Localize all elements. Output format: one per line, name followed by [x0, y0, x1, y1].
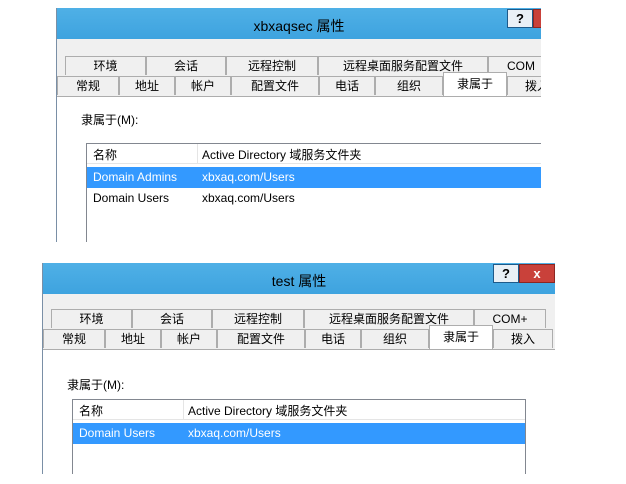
list-item[interactable]: Domain Users xbxaq.com/Users [87, 188, 541, 209]
tab-remote-control[interactable]: 远程控制 [226, 56, 318, 75]
column-divider[interactable] [183, 400, 184, 419]
list-header: 名称 Active Directory 域服务文件夹 [73, 400, 525, 420]
member-of-label: 隶属于(M): [81, 113, 139, 127]
close-button[interactable] [533, 9, 541, 28]
tab-member-of[interactable]: 隶属于 [443, 72, 507, 96]
column-header-folder[interactable]: Active Directory 域服务文件夹 [202, 146, 361, 163]
column-header-name[interactable]: 名称 [79, 402, 103, 419]
tab-row-2: 常规 地址 帐户 配置文件 电话 组织 隶属于 拨入 [57, 72, 541, 96]
tab-profile[interactable]: 配置文件 [231, 76, 319, 95]
tab-telephones[interactable]: 电话 [305, 329, 361, 348]
dialog-title: xbxaqsec 属性 [253, 18, 345, 34]
column-header-name[interactable]: 名称 [93, 146, 117, 163]
tab-address[interactable]: 地址 [105, 329, 161, 348]
close-button[interactable]: x [519, 264, 555, 283]
list-item[interactable]: Domain Admins xbxaq.com/Users [87, 167, 541, 188]
help-button[interactable]: ? [507, 9, 533, 28]
tab-dial-in[interactable]: 拨入 [493, 329, 553, 348]
tab-dial-in[interactable]: 拨入 [507, 76, 541, 95]
help-button[interactable]: ? [493, 264, 519, 283]
tab-general[interactable]: 常规 [57, 76, 119, 95]
tab-sessions[interactable]: 会话 [132, 309, 212, 328]
help-icon: ? [516, 11, 524, 26]
tab-account[interactable]: 帐户 [161, 329, 217, 348]
tab-organization[interactable]: 组织 [375, 76, 443, 95]
group-name: Domain Users [79, 426, 156, 440]
list-item[interactable]: Domain Users xbxaq.com/Users [73, 423, 525, 444]
group-folder: xbxaq.com/Users [188, 426, 281, 440]
member-of-label: 隶属于(M): [67, 378, 125, 392]
title-bar[interactable]: xbxaqsec 属性 ? [57, 8, 541, 39]
tab-account[interactable]: 帐户 [175, 76, 231, 95]
member-of-list[interactable]: 名称 Active Directory 域服务文件夹 Domain Users … [72, 399, 526, 474]
tab-remote-control[interactable]: 远程控制 [212, 309, 304, 328]
group-folder: xbxaq.com/Users [202, 170, 295, 184]
list-header: 名称 Active Directory 域服务文件夹 [87, 144, 541, 164]
tab-general[interactable]: 常规 [43, 329, 105, 348]
tab-organization[interactable]: 组织 [361, 329, 429, 348]
group-folder: xbxaq.com/Users [202, 191, 295, 205]
tab-row-2: 常规 地址 帐户 配置文件 电话 组织 隶属于 拨入 [43, 325, 555, 349]
properties-dialog-test: test 属性 ? x 环境 会话 远程控制 远程桌面服务配置文件 COM+ 常… [42, 263, 555, 474]
tab-sessions[interactable]: 会话 [146, 56, 226, 75]
column-divider[interactable] [197, 144, 198, 163]
tab-member-of[interactable]: 隶属于 [429, 325, 493, 349]
member-of-list[interactable]: 名称 Active Directory 域服务文件夹 Domain Admins… [86, 143, 541, 242]
tab-environment[interactable]: 环境 [51, 309, 132, 328]
close-icon: x [533, 266, 541, 281]
member-of-panel: 隶属于(M): 名称 Active Directory 域服务文件夹 Domai… [57, 96, 541, 242]
tab-telephones[interactable]: 电话 [319, 76, 375, 95]
group-name: Domain Admins [93, 170, 178, 184]
member-of-panel: 隶属于(M): 名称 Active Directory 域服务文件夹 Domai… [43, 349, 555, 474]
tab-profile[interactable]: 配置文件 [217, 329, 305, 348]
column-header-folder[interactable]: Active Directory 域服务文件夹 [188, 402, 347, 419]
properties-dialog-xbxaqsec: xbxaqsec 属性 ? 环境 会话 远程控制 远程桌面服务配置文件 COM … [56, 8, 541, 242]
tab-address[interactable]: 地址 [119, 76, 175, 95]
dialog-title: test 属性 [271, 273, 327, 289]
group-name: Domain Users [93, 191, 170, 205]
help-icon: ? [502, 266, 510, 281]
tab-environment[interactable]: 环境 [65, 56, 146, 75]
title-bar[interactable]: test 属性 ? x [43, 263, 555, 294]
